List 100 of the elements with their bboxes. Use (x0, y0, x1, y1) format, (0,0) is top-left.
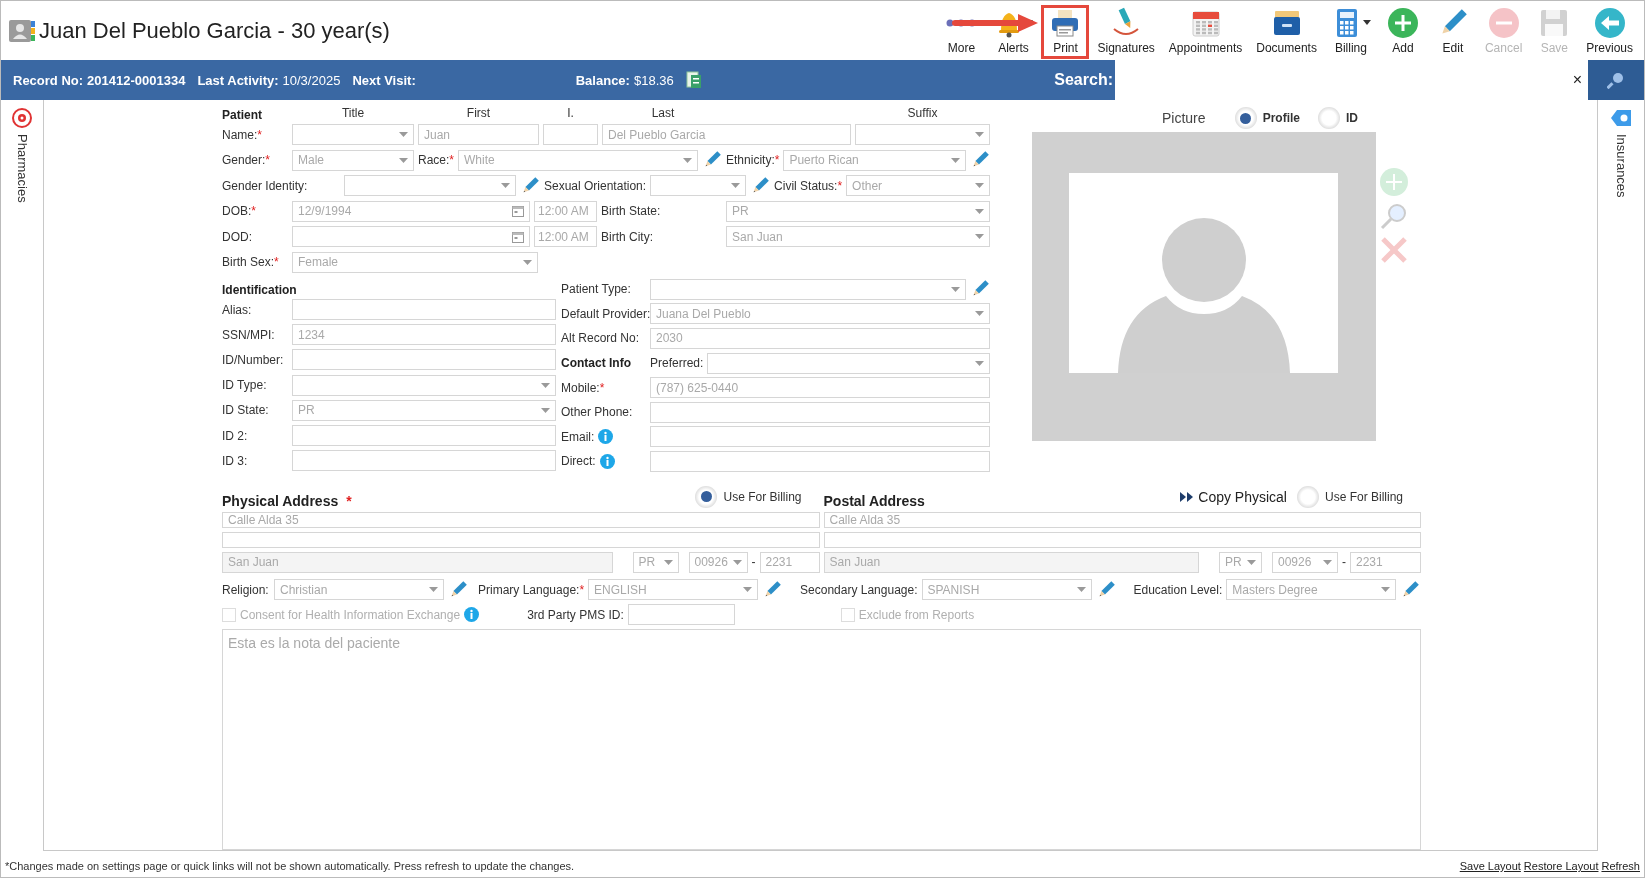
dropdown[interactable] (292, 374, 556, 396)
field-label: Sexual Orientation: (544, 178, 647, 193)
pharmacies-tab[interactable]: Pharmacies (1, 100, 43, 855)
input-field[interactable] (222, 531, 820, 548)
toolbar-button[interactable]: Previous (1580, 4, 1639, 59)
toolbar-button[interactable]: More (937, 4, 986, 59)
dropdown[interactable] (855, 124, 990, 146)
input-field[interactable]: Calle Alda 35 (222, 511, 820, 528)
section-heading: Physical Address * (222, 492, 352, 509)
input-field[interactable]: 2030 (650, 328, 990, 349)
toolbar-button[interactable]: Edit (1428, 4, 1477, 59)
footer-note: *Changes made on settings page or quick links will not be shown automatically. Press refresh to update the changes. (5, 860, 575, 872)
input-field[interactable]: Juan (418, 124, 539, 146)
person-silhouette-icon (1117, 218, 1290, 373)
search-button[interactable] (1588, 60, 1644, 100)
radio-button[interactable] (695, 485, 718, 508)
caret-icon (429, 587, 438, 593)
input-field[interactable]: Del Pueblo Garcia (602, 124, 851, 146)
insurances-tab[interactable]: Insurances (1598, 100, 1644, 855)
dropdown[interactable]: Masters Degree (1226, 579, 1397, 601)
date-field[interactable]: 12/9/1994 (292, 200, 530, 222)
add-icon[interactable] (1380, 168, 1408, 196)
column-heading: First (465, 106, 492, 120)
search-label: Search: (1054, 71, 1113, 89)
search-field[interactable]: × (1115, 60, 1588, 100)
clear-button[interactable]: × (1572, 71, 1582, 89)
radio-button[interactable] (1318, 107, 1340, 129)
input-field[interactable] (650, 401, 990, 423)
dropdown[interactable] (650, 278, 966, 300)
dropdown[interactable]: ENGLISH (588, 579, 759, 601)
dropdown[interactable]: San Juan (726, 226, 990, 248)
info-icon[interactable] (464, 607, 480, 623)
input-field[interactable]: Calle Alda 35 (823, 511, 1421, 528)
radio-button[interactable] (1234, 107, 1257, 129)
copy-physical-link[interactable]: Copy Physical (1198, 488, 1287, 505)
field-label: Patient Type: (561, 282, 632, 297)
input-field[interactable] (823, 531, 1421, 548)
receipt-icon[interactable] (685, 71, 702, 89)
input-field[interactable] (292, 425, 556, 447)
info-icon[interactable] (598, 429, 614, 445)
dropdown[interactable]: Christian (274, 579, 444, 601)
footer-link[interactable]: Refresh (1601, 860, 1640, 872)
checkbox[interactable] (840, 607, 855, 622)
dropdown[interactable]: Puerto Rican (783, 149, 966, 171)
dropdown[interactable]: Juana Del Pueblo (650, 303, 990, 325)
info-icon[interactable] (599, 453, 615, 469)
dropdown[interactable]: White (458, 149, 699, 171)
input-field[interactable]: 2231 (1350, 551, 1421, 573)
dropdown[interactable] (344, 175, 516, 197)
zoom-icon[interactable] (1380, 202, 1408, 230)
time-field[interactable]: 12:00 AM (534, 226, 597, 248)
input-field[interactable] (292, 299, 556, 321)
input-field[interactable]: San Juan (823, 551, 1199, 573)
dropdown[interactable]: Other (846, 175, 990, 197)
input-field[interactable] (650, 450, 990, 472)
field-label: Primary Language:* (478, 582, 585, 597)
caret-icon (975, 311, 984, 317)
input-field[interactable]: 2231 (759, 551, 820, 573)
toolbar-button[interactable]: Add (1378, 4, 1427, 59)
caret-icon (523, 259, 532, 265)
field-label: Race:* (418, 153, 455, 168)
dropdown[interactable]: PR (292, 399, 556, 421)
notes-field[interactable]: Esta es la nota del paciente (222, 628, 1421, 850)
dropdown[interactable]: SPANISH (921, 579, 1092, 601)
dropdown[interactable]: Male (292, 149, 414, 171)
dropdown[interactable] (292, 124, 414, 146)
dropdown[interactable]: PR (726, 200, 990, 222)
input-field[interactable]: San Juan (222, 551, 613, 573)
separator-text: - (1342, 555, 1346, 570)
dropdown[interactable] (650, 175, 747, 197)
checkbox[interactable] (222, 607, 236, 622)
input-field[interactable]: (787) 625-0440 (650, 377, 990, 399)
toolbar-button[interactable]: Billing (1324, 4, 1377, 59)
balance-label: Balance: (575, 72, 630, 88)
toolbar-button[interactable]: Documents (1250, 4, 1323, 59)
input-field[interactable] (543, 124, 598, 146)
date-field[interactable] (292, 226, 530, 248)
dropdown[interactable]: PR (632, 551, 679, 573)
input-field[interactable] (292, 349, 556, 371)
double-arrow-icon[interactable] (1180, 491, 1195, 502)
input-field[interactable] (627, 604, 735, 626)
dropdown[interactable]: Female (292, 251, 538, 273)
toolbar-button[interactable]: Appointments (1162, 4, 1249, 59)
input-field[interactable]: 1234 (292, 324, 556, 346)
input-field[interactable] (292, 450, 556, 472)
footer-link[interactable]: Save Layout (1459, 860, 1521, 872)
delete-icon[interactable] (1380, 236, 1408, 264)
time-field[interactable]: 12:00 AM (534, 200, 597, 222)
footer-link[interactable]: Restore Layout (1523, 860, 1599, 872)
radio-button[interactable] (1296, 485, 1319, 508)
field-label: ID Type: (222, 378, 268, 393)
field-label: Alias: (222, 302, 253, 317)
dropdown[interactable]: 00926 (1272, 551, 1338, 573)
input-field[interactable] (650, 426, 990, 448)
dropdown[interactable] (707, 352, 990, 374)
dropdown[interactable]: PR (1219, 551, 1262, 573)
toolbar-button[interactable]: Signatures (1091, 4, 1161, 59)
dropdown[interactable]: 00926 (688, 551, 748, 573)
calendar-icon (512, 230, 524, 243)
toolbar-button[interactable]: Print (1041, 4, 1090, 59)
